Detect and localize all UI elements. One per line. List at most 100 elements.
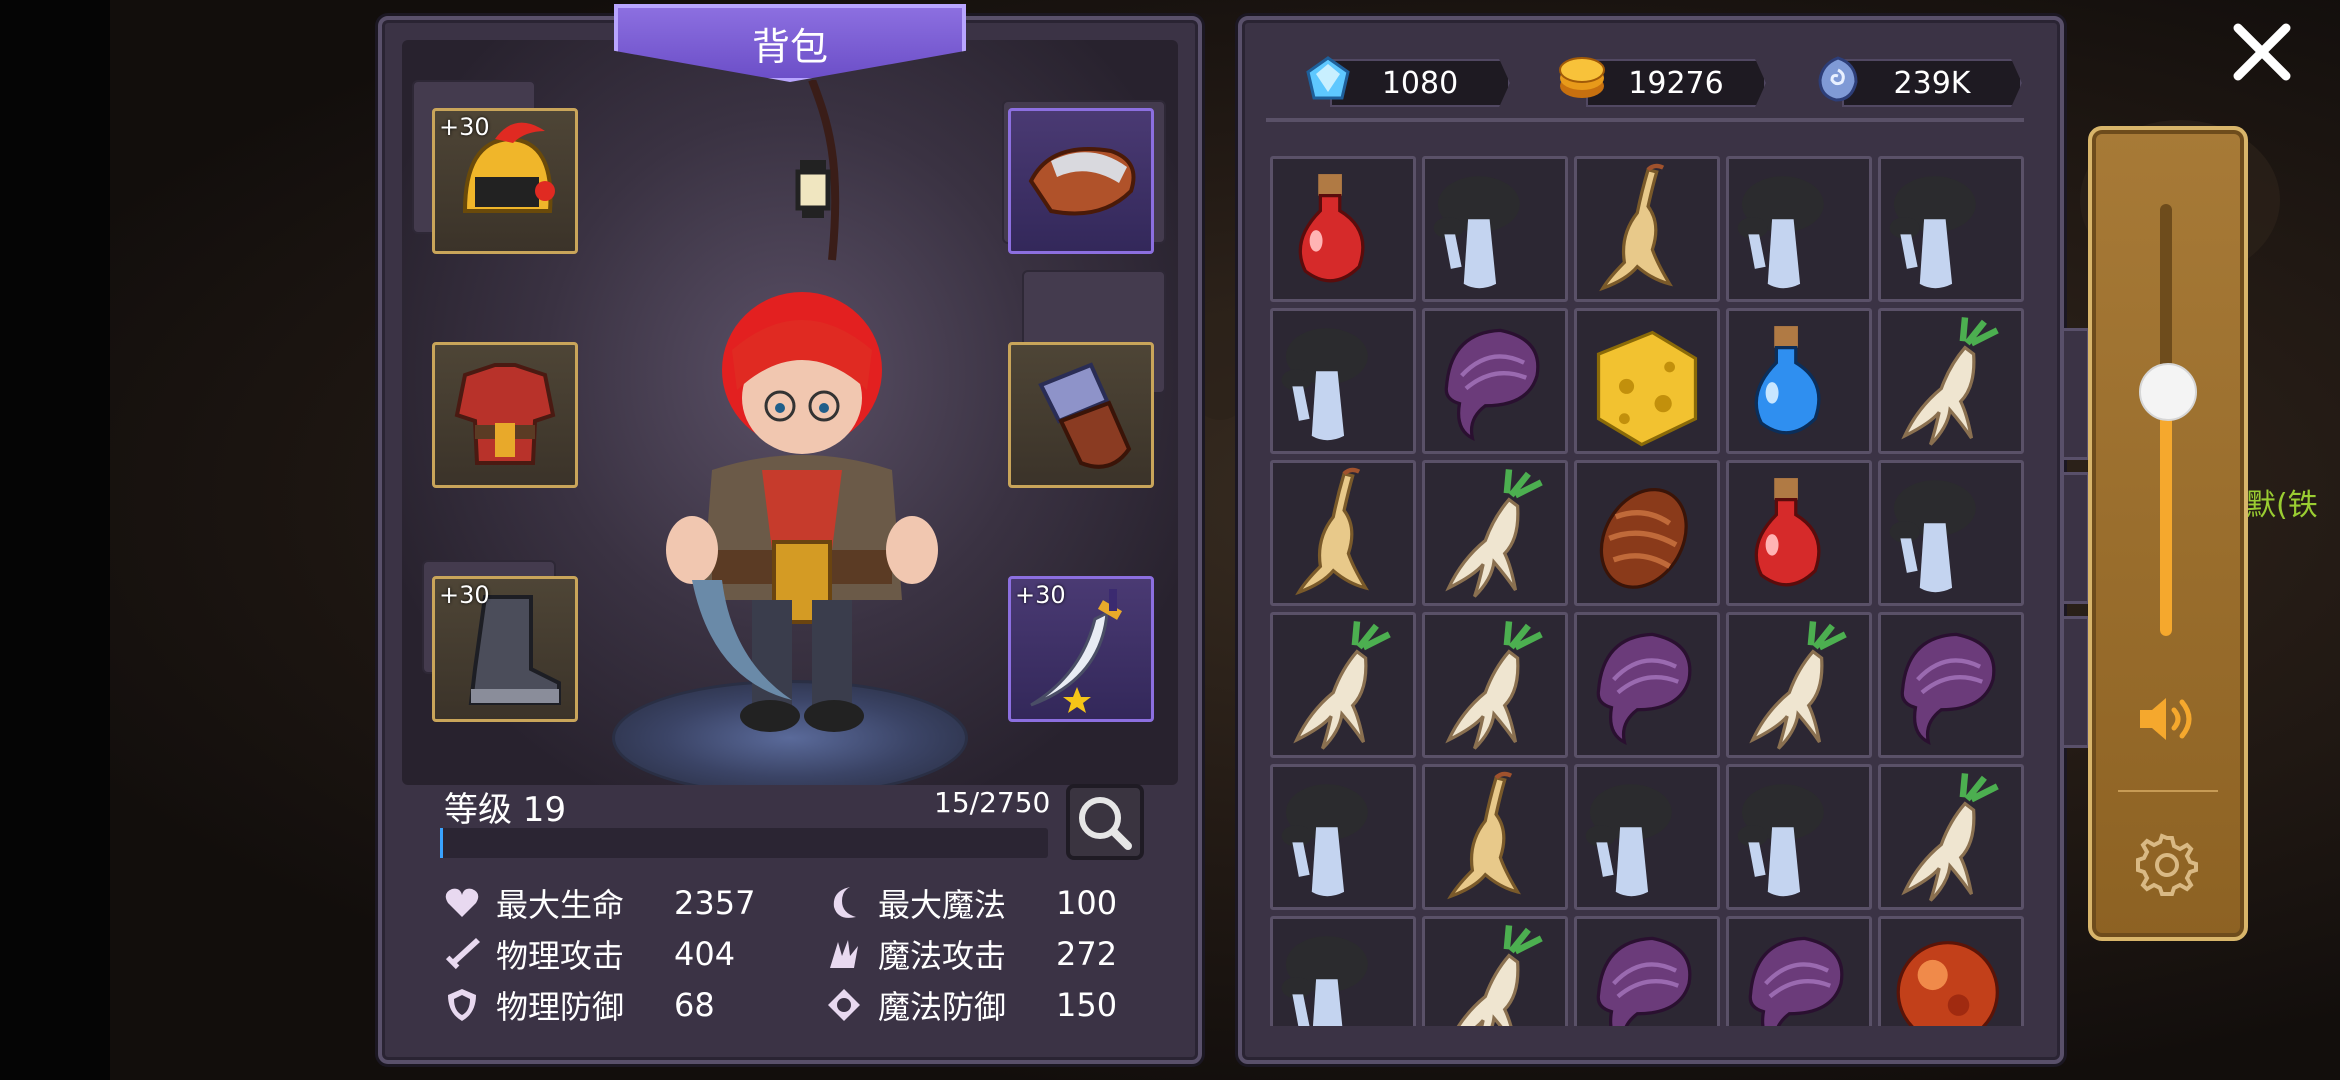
level-label: 等级 19 bbox=[444, 790, 567, 830]
inventory-slot[interactable] bbox=[1422, 460, 1568, 606]
exp-bar bbox=[440, 828, 1048, 858]
inventory-slot[interactable] bbox=[1422, 764, 1568, 910]
mandrake-icon bbox=[1456, 925, 1543, 1026]
inventory-slot[interactable] bbox=[1422, 916, 1568, 1026]
soul-stone-icon bbox=[1818, 56, 1858, 102]
stat-max-hp: 最大生命 2357 bbox=[442, 880, 755, 926]
stat-value: 68 bbox=[674, 986, 715, 1024]
mushroom-icon bbox=[1585, 784, 1672, 897]
stat-max-mp: 最大魔法 100 bbox=[824, 880, 1117, 926]
inventory-slot[interactable] bbox=[1726, 612, 1872, 758]
ginseng-root-icon bbox=[1447, 771, 1522, 900]
inventory-slot[interactable] bbox=[1878, 460, 2024, 606]
gauntlet-icon bbox=[1038, 362, 1132, 469]
mandrake-icon bbox=[1901, 773, 1999, 902]
gear-icon[interactable] bbox=[2134, 832, 2200, 898]
speaker-icon[interactable] bbox=[2136, 692, 2200, 746]
inventory-slot[interactable] bbox=[1726, 308, 1872, 454]
inventory-slot[interactable] bbox=[1726, 916, 1872, 1026]
panel-title: 背包 bbox=[751, 25, 828, 69]
stat-value: 2357 bbox=[674, 884, 756, 922]
inventory-slot[interactable] bbox=[1270, 460, 1416, 606]
boots-slot[interactable]: +30 bbox=[432, 576, 578, 722]
inventory-slot[interactable] bbox=[1574, 460, 1720, 606]
side-tab[interactable] bbox=[2064, 616, 2090, 748]
red-potion-icon bbox=[1298, 174, 1365, 283]
side-tab[interactable] bbox=[2064, 328, 2090, 460]
gloves-slot[interactable] bbox=[1008, 342, 1154, 488]
weapon-slot[interactable]: +30 bbox=[1008, 576, 1154, 722]
stat-label: 物理防御 bbox=[496, 988, 625, 1026]
inventory-slot[interactable] bbox=[1574, 764, 1720, 910]
magnifier-icon bbox=[1079, 797, 1132, 850]
mushroom-icon bbox=[1281, 328, 1368, 441]
bracer-icon bbox=[1028, 147, 1136, 216]
inventory-slot[interactable] bbox=[1422, 612, 1568, 758]
close-icon[interactable] bbox=[2226, 16, 2298, 88]
inventory-slot[interactable] bbox=[1726, 156, 1872, 302]
inventory-slot[interactable] bbox=[1726, 460, 1872, 606]
stat-label: 魔法防御 bbox=[878, 988, 1007, 1026]
gold-coin-icon bbox=[1559, 57, 1605, 98]
helmet-slot[interactable]: +30 bbox=[432, 108, 578, 254]
inventory-slot[interactable] bbox=[1270, 916, 1416, 1026]
blue-potion-icon bbox=[1754, 326, 1821, 435]
mandrake-icon bbox=[1749, 621, 1847, 750]
magic-claw-icon bbox=[830, 940, 858, 968]
inventory-slot[interactable] bbox=[1422, 156, 1568, 302]
inventory-slot[interactable] bbox=[1878, 156, 2024, 302]
enhance-badge: +30 bbox=[439, 581, 490, 609]
inspect-button[interactable] bbox=[1066, 784, 1144, 860]
inventory-slot[interactable] bbox=[1270, 764, 1416, 910]
exp-bar-fill bbox=[440, 828, 444, 858]
lingzhi-icon bbox=[1596, 936, 1692, 1026]
moon-icon bbox=[833, 887, 856, 918]
inventory-slot[interactable] bbox=[1270, 156, 1416, 302]
mandrake-icon bbox=[1293, 621, 1391, 750]
diamond-value: 1080 bbox=[1381, 65, 1459, 101]
armor-slot[interactable] bbox=[432, 342, 578, 488]
lingzhi-icon bbox=[1900, 632, 1996, 746]
inventory-slot[interactable] bbox=[1878, 612, 2024, 758]
mushroom-icon bbox=[1737, 176, 1824, 289]
inventory-slot[interactable] bbox=[1878, 916, 2024, 1026]
inventory-slot[interactable] bbox=[1422, 308, 1568, 454]
screen-left-edge bbox=[0, 0, 110, 1080]
stat-magic-defense: 魔法防御 150 bbox=[824, 982, 1117, 1028]
inventory-slot[interactable] bbox=[1726, 764, 1872, 910]
inventory-slot[interactable] bbox=[1270, 308, 1416, 454]
volume-slider-knob[interactable] bbox=[2139, 362, 2197, 421]
mushroom-icon bbox=[1281, 936, 1368, 1026]
lingzhi-icon bbox=[1748, 936, 1844, 1026]
gold-value: 19276 bbox=[1628, 65, 1724, 101]
inventory-slot[interactable] bbox=[1878, 308, 2024, 454]
cocoon-icon bbox=[1599, 487, 1688, 589]
soul-counter: 239K bbox=[1842, 59, 2022, 107]
stat-value: 404 bbox=[674, 935, 736, 973]
mandrake-icon bbox=[1445, 469, 1543, 598]
lingzhi-icon bbox=[1444, 328, 1540, 442]
side-tab[interactable] bbox=[2064, 472, 2090, 604]
red-potion-icon bbox=[1754, 478, 1821, 587]
enhance-badge: +30 bbox=[1015, 581, 1066, 609]
ginseng-root-icon bbox=[1599, 163, 1674, 292]
inventory-slot[interactable] bbox=[1574, 308, 1720, 454]
inventory-slot[interactable] bbox=[1574, 612, 1720, 758]
inventory-slot[interactable] bbox=[1574, 916, 1720, 1026]
inventory-slot[interactable] bbox=[1878, 764, 2024, 910]
fire-orb-icon bbox=[1896, 941, 1999, 1026]
exp-text: 15/2750 bbox=[934, 786, 1051, 819]
inventory-slot[interactable] bbox=[1270, 612, 1416, 758]
mushroom-icon bbox=[1737, 784, 1824, 897]
stat-physical-defense: 物理防御 68 bbox=[442, 982, 715, 1028]
volume-slider-fill bbox=[2160, 389, 2172, 636]
inventory-grid[interactable] bbox=[1270, 156, 2032, 1026]
inventory-slot[interactable] bbox=[1574, 156, 1720, 302]
lantern-icon bbox=[795, 80, 840, 261]
stat-label: 物理攻击 bbox=[496, 937, 625, 975]
ginseng-root-icon bbox=[1295, 467, 1370, 596]
stat-value: 150 bbox=[1056, 986, 1118, 1024]
hero-character bbox=[666, 292, 938, 732]
shield-icon bbox=[448, 989, 476, 1021]
bracer-slot[interactable] bbox=[1008, 108, 1154, 254]
